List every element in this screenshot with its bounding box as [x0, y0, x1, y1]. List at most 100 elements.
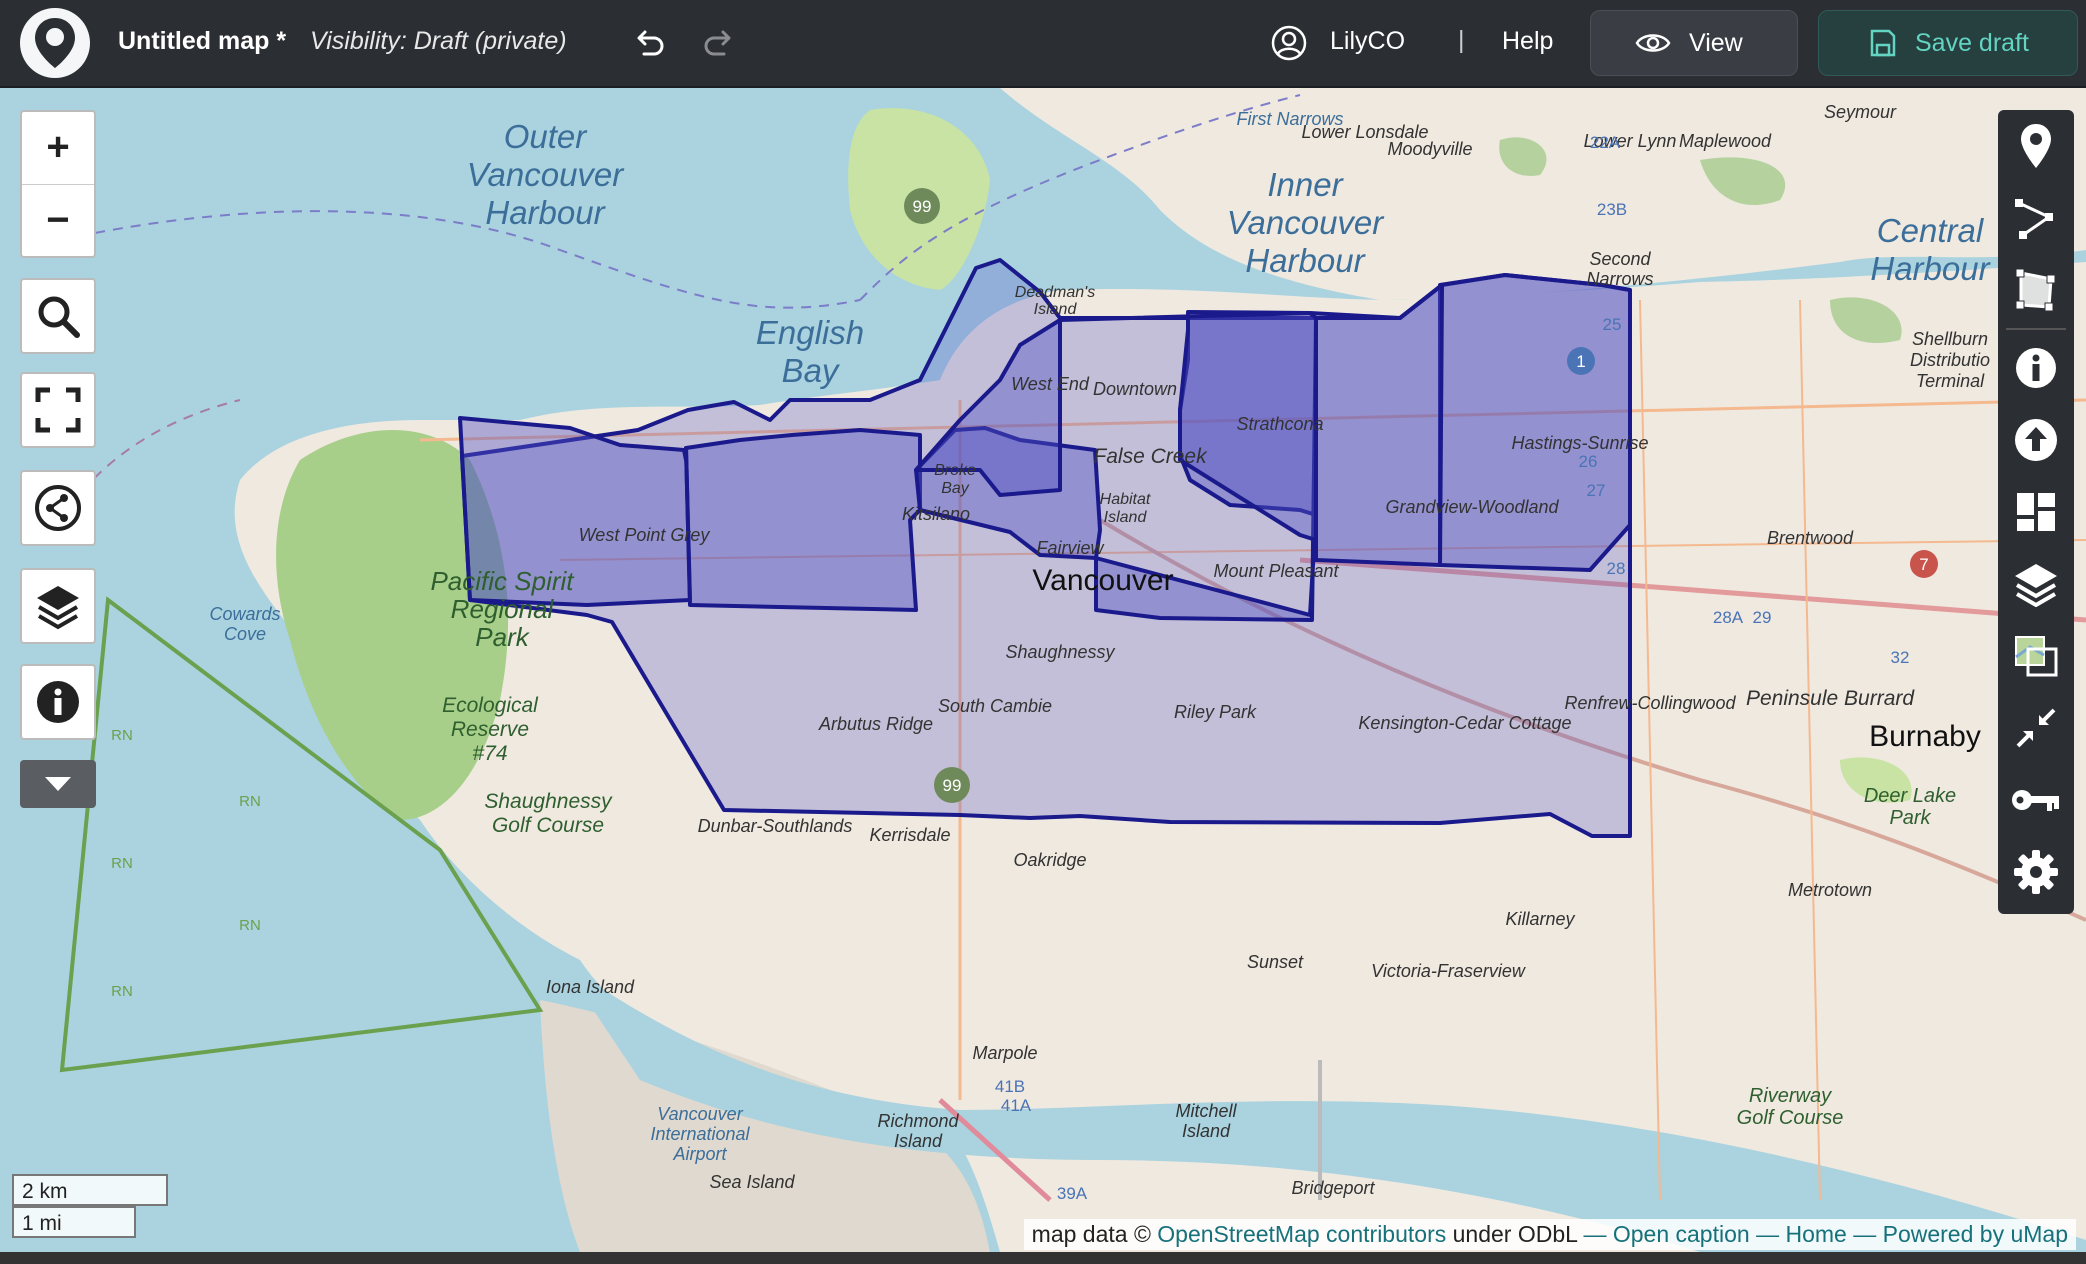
- ecological-label-2: Reserve: [451, 718, 529, 741]
- south-cambie-label: South Cambie: [938, 696, 1052, 716]
- route-27-label: 27: [1587, 481, 1606, 500]
- route-41a-label: 41A: [1001, 1096, 1032, 1115]
- route-25-label: 25: [1603, 315, 1622, 334]
- umap-logo[interactable]: [20, 8, 90, 78]
- open-caption-link[interactable]: — Open caption: [1583, 1221, 1749, 1247]
- vancouver-label: Vancouver: [1032, 564, 1173, 597]
- central-harbour-label-1: Central: [1877, 212, 1985, 249]
- draw-marker-button[interactable]: [1998, 110, 2074, 182]
- hastings-label: Hastings-Sunrise: [1511, 433, 1648, 453]
- map-canvas[interactable]: Outer Vancouver Harbour Inner Vancouver …: [0, 88, 2086, 1252]
- cowards-cove-label-2: Cove: [224, 624, 266, 644]
- rn-label-5: RN: [111, 983, 133, 1000]
- layers-icon: [2015, 564, 2057, 607]
- inner-harbour-label-1: Inner: [1267, 166, 1344, 203]
- riverway-label-1: Riverway: [1749, 1085, 1832, 1107]
- peninsule-label: Peninsule Burrard: [1746, 687, 1915, 710]
- deer-lake-label-1: Deer Lake: [1864, 785, 1956, 807]
- key-icon: [2012, 790, 2059, 811]
- layers-manage-button[interactable]: [1998, 548, 2074, 620]
- map-info-edit-button[interactable]: [1998, 332, 2074, 404]
- permissions-button[interactable]: [1998, 764, 2074, 836]
- rn-label-1: RN: [111, 727, 133, 744]
- search-button[interactable]: [20, 278, 96, 354]
- fullscreen-button[interactable]: [20, 372, 96, 448]
- search-icon: [38, 296, 80, 338]
- map-pin-logo-icon: [35, 18, 75, 68]
- deadmans-label-2: Island: [1034, 301, 1078, 318]
- home-link[interactable]: — Home: [1756, 1221, 1847, 1247]
- datalayers-button[interactable]: [1998, 476, 2074, 548]
- undo-icon[interactable]: [632, 24, 668, 60]
- save-icon: [1870, 29, 1896, 57]
- user-name[interactable]: LilyCO: [1330, 27, 1405, 56]
- broke-label-2: Bay: [941, 480, 970, 497]
- broke-label-1: Broke: [934, 462, 976, 479]
- powered-by-umap-link[interactable]: — Powered by uMap: [1853, 1221, 2068, 1247]
- controls-toggle-button[interactable]: [20, 760, 96, 808]
- osm-contributors-link[interactable]: OpenStreetMap contributors: [1157, 1221, 1446, 1247]
- zoom-out-button[interactable]: −: [22, 183, 94, 257]
- upload-icon: [2015, 419, 2057, 461]
- settings-button[interactable]: [1998, 836, 2074, 908]
- strathcona-label: Strathcona: [1236, 414, 1323, 434]
- layers-button[interactable]: [20, 568, 96, 644]
- toolbar-divider: [2006, 328, 2066, 330]
- route-28-label: 28: [1607, 559, 1626, 578]
- shaughnessy-label: Shaughnessy: [1005, 642, 1115, 662]
- route-23b-label: 23B: [1597, 200, 1627, 219]
- redo-icon[interactable]: [700, 24, 736, 60]
- route-41b-label: 41B: [995, 1077, 1025, 1096]
- cowards-cove-label-1: Cowards: [209, 604, 280, 624]
- route-39a-label: 39A: [1057, 1184, 1088, 1203]
- sea-island-label: Sea Island: [709, 1172, 795, 1192]
- mitchell-label-1: Mitchell: [1175, 1101, 1237, 1121]
- tilelayer-button[interactable]: [1998, 620, 2074, 692]
- habitat-label-2: Island: [1104, 509, 1148, 526]
- draw-line-button[interactable]: [1998, 182, 2074, 254]
- info-button[interactable]: [20, 664, 96, 740]
- kerrisdale-label: Kerrisdale: [869, 825, 950, 845]
- shellburn-label-2: Distributio: [1910, 350, 1990, 370]
- user-icon[interactable]: [1270, 24, 1308, 62]
- shaughnessy-golf-label-2: Golf Course: [492, 814, 604, 837]
- top-bar: Untitled map * Visibility: Draft (privat…: [0, 0, 2086, 88]
- route-99-shield-south: 99: [943, 776, 962, 795]
- scale-metric: 2 km: [12, 1174, 168, 1206]
- oakridge-label: Oakridge: [1013, 850, 1086, 870]
- eye-icon: [1635, 34, 1671, 52]
- draw-polygon-button[interactable]: [1998, 254, 2074, 326]
- save-draft-button[interactable]: Save draft: [1818, 10, 2078, 76]
- visibility-status[interactable]: Visibility: Draft (private): [310, 27, 567, 56]
- share-icon: [35, 485, 81, 531]
- dashboard-icon: [2017, 493, 2055, 531]
- scale-imperial: 1 mi: [12, 1206, 136, 1238]
- share-button[interactable]: [20, 470, 96, 546]
- deadmans-label-1: Deadman's: [1015, 284, 1095, 301]
- deer-lake-label-2: Park: [1889, 807, 1931, 829]
- info-icon: [37, 681, 79, 723]
- inner-harbour-label-2: Vancouver: [1227, 204, 1386, 241]
- attribution: map data © OpenStreetMap contributors un…: [1023, 1219, 2076, 1250]
- pacific-spirit-label-3: Park: [475, 622, 530, 652]
- richmond-label-2: Island: [894, 1131, 943, 1151]
- mitchell-label-2: Island: [1182, 1121, 1231, 1141]
- bottom-strip: [0, 1252, 2086, 1264]
- zoom-in-button[interactable]: +: [22, 112, 94, 184]
- richmond-label-1: Richmond: [877, 1111, 959, 1131]
- route-99-shield-north: 99: [913, 197, 932, 216]
- ecological-label-1: Ecological: [442, 694, 539, 717]
- route-26-label: 26: [1579, 452, 1598, 471]
- second-narrows-label-2: Narrows: [1586, 269, 1653, 289]
- west-point-grey-label: West Point Grey: [579, 525, 711, 545]
- help-link[interactable]: Help: [1502, 27, 1553, 56]
- attribution-license: under ODbL: [1452, 1221, 1578, 1247]
- view-button-label: View: [1689, 28, 1743, 57]
- english-bay-label-2: Bay: [782, 352, 841, 389]
- arbutus-label: Arbutus Ridge: [818, 714, 933, 734]
- view-button[interactable]: View: [1590, 10, 1798, 76]
- map-title[interactable]: Untitled map *: [118, 27, 286, 56]
- import-button[interactable]: [1998, 404, 2074, 476]
- center-zoom-button[interactable]: [1998, 692, 2074, 764]
- airport-label-2: International: [650, 1124, 750, 1144]
